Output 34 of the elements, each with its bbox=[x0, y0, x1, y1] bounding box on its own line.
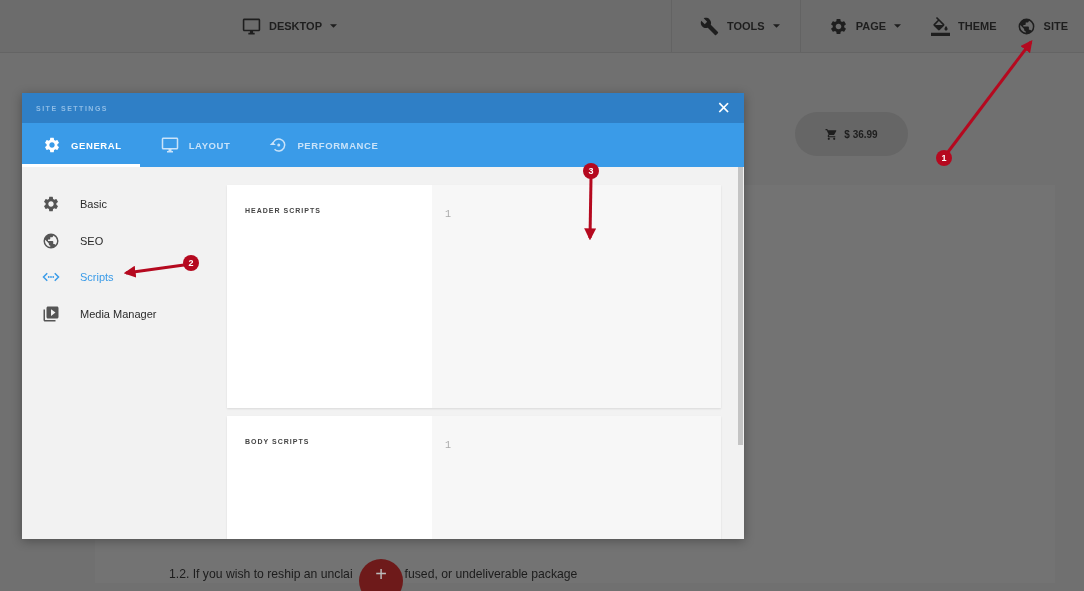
cart-button[interactable]: $ 36.99 bbox=[795, 112, 908, 156]
wrench-icon bbox=[700, 16, 719, 36]
toolbar-button[interactable]: DESKTOP bbox=[232, 0, 347, 52]
line-number: 1 bbox=[445, 440, 451, 451]
annotation-arrow bbox=[584, 177, 597, 241]
close-button[interactable]: × bbox=[717, 97, 730, 119]
toolbar-button[interactable]: TOOLS bbox=[671, 0, 800, 52]
cart-icon bbox=[825, 127, 839, 141]
tab[interactable]: PERFORMANCE bbox=[248, 123, 397, 167]
code-editor[interactable]: 1 bbox=[432, 185, 721, 408]
sidebar-item[interactable]: Basic bbox=[22, 186, 227, 223]
globe-icon bbox=[42, 231, 60, 250]
toolbar-button[interactable]: THEME bbox=[921, 0, 1007, 52]
settings-icon bbox=[43, 136, 61, 154]
scrollbar[interactable] bbox=[738, 167, 743, 445]
step-badge: 1 bbox=[936, 150, 952, 166]
settings-icon bbox=[828, 16, 848, 36]
toolbar-button[interactable]: PAGE bbox=[799, 0, 922, 52]
monitor-icon bbox=[160, 136, 179, 154]
code-editor[interactable]: 1 bbox=[432, 416, 721, 539]
monitor-icon bbox=[242, 16, 261, 36]
history-icon bbox=[269, 136, 288, 154]
tab[interactable]: GENERAL bbox=[22, 123, 140, 167]
settings-icon bbox=[42, 195, 60, 214]
sidebar-item[interactable]: Media Manager bbox=[22, 295, 227, 332]
globe-icon bbox=[1016, 16, 1036, 36]
media-library-icon bbox=[42, 304, 60, 323]
line-number: 1 bbox=[445, 209, 451, 220]
paint-bucket-icon bbox=[931, 16, 951, 36]
body-text: 1.2. If you wish to reship an unclai bbox=[169, 567, 353, 581]
toolbar-button[interactable]: SITE bbox=[1006, 0, 1078, 52]
tab[interactable]: LAYOUT bbox=[139, 123, 249, 167]
annotation-arrow bbox=[123, 263, 185, 278]
body-text: fused, or undeliverable package bbox=[404, 567, 578, 581]
